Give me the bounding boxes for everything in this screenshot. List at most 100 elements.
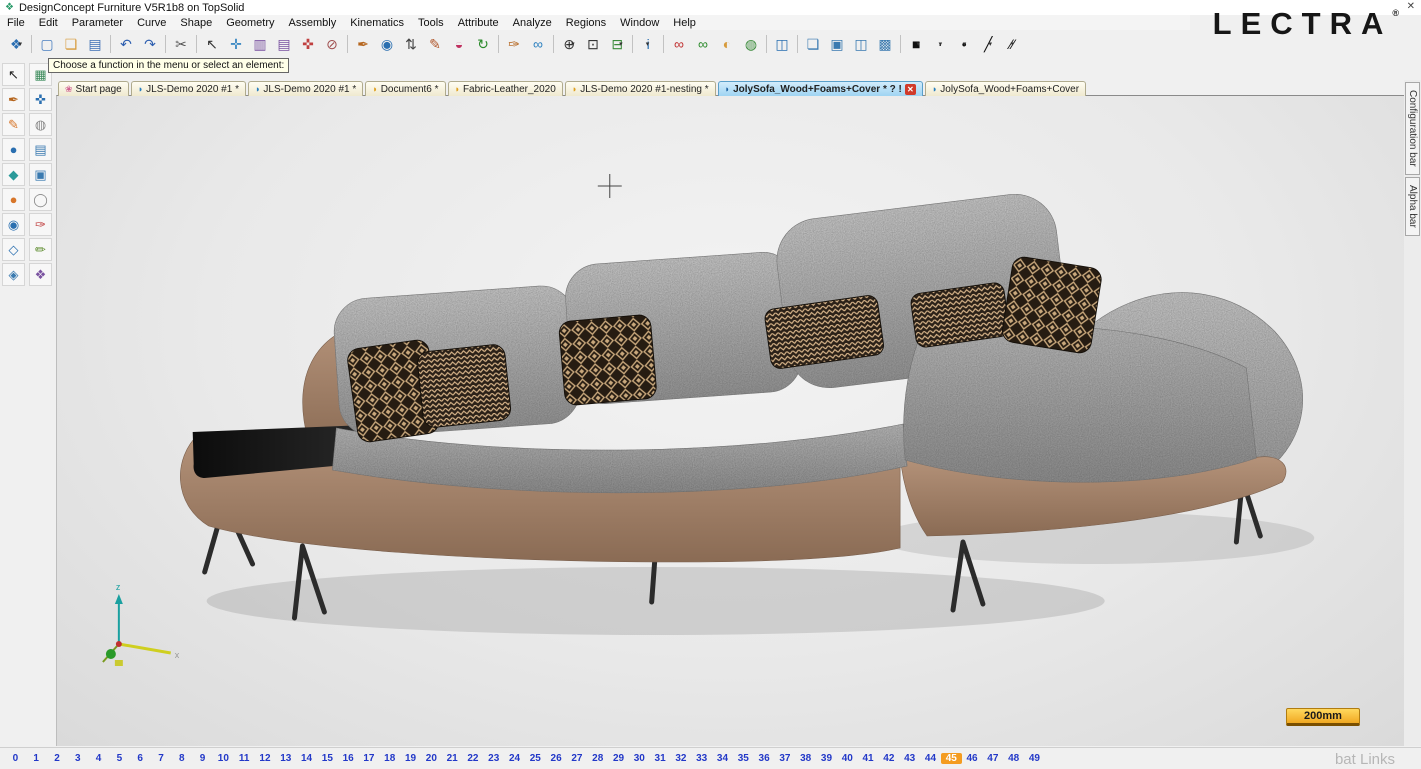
menu-item[interactable]: Geometry <box>219 17 281 29</box>
toolbar-button[interactable]: ⊟ ▾ <box>605 33 629 55</box>
tab-jolysofa[interactable]: ◗ JolySofa_Wood+Foams+Cover <box>925 81 1086 96</box>
toolbar-button[interactable]: ↖ ▾ <box>200 33 224 55</box>
surface-tool-icon[interactable]: ◆ <box>2 163 25 186</box>
menu-item[interactable]: File <box>0 17 32 29</box>
layer-number[interactable]: 30 <box>629 753 650 764</box>
magnet-tool-icon[interactable]: ✜ <box>29 88 52 111</box>
menu-item[interactable]: Kinematics <box>343 17 411 29</box>
toolbar-button[interactable]: · ▾ <box>928 33 952 55</box>
tab-jolysofa-active[interactable]: ◗ JolySofa_Wood+Foams+Cover * ? ! ✕ <box>718 81 923 96</box>
layer-number[interactable]: 28 <box>587 753 608 764</box>
layer-number[interactable]: 27 <box>567 753 588 764</box>
toolbar-button[interactable]: ⊡ ▾ <box>581 33 605 55</box>
toolbar-button[interactable]: ❖ ▾ <box>4 33 28 55</box>
toolbar-button[interactable]: ✑ ▾ <box>502 33 526 55</box>
toolbar-button[interactable]: ✒ ▾ <box>351 33 375 55</box>
layer-number[interactable]: 15 <box>317 753 338 764</box>
layer-number[interactable]: 47 <box>982 753 1003 764</box>
tab-jls-demo-nesting[interactable]: ◗ JLS-Demo 2020 #1-nesting * <box>565 81 716 96</box>
configuration-bar-tab[interactable]: Configuration bar <box>1405 82 1420 175</box>
menu-item[interactable]: Analyze <box>506 17 559 29</box>
layer-number[interactable]: 26 <box>546 753 567 764</box>
layer-number[interactable]: 43 <box>899 753 920 764</box>
toolbar-button[interactable]: • ▾ <box>952 33 976 55</box>
layer-number[interactable]: 36 <box>754 753 775 764</box>
layer-number[interactable]: 42 <box>878 753 899 764</box>
drop-tool-icon[interactable]: ◉ <box>2 213 25 236</box>
layers-tool-icon[interactable]: ▤ <box>29 138 52 161</box>
toolbar-button[interactable]: ∞ ▾ <box>526 33 550 55</box>
tab-fabric-leather[interactable]: ◗ Fabric-Leather_2020 <box>448 81 563 96</box>
toolbar-button[interactable]: ◉ ▾ <box>375 33 399 55</box>
layer-number[interactable]: 41 <box>858 753 879 764</box>
tab-jls-demo-1[interactable]: ◗ JLS-Demo 2020 #1 * <box>131 81 246 96</box>
toolbar-button[interactable]: ✜ ▾ <box>296 33 320 55</box>
layer-number[interactable]: 20 <box>421 753 442 764</box>
pen-tool-icon[interactable]: ✒ <box>2 88 25 111</box>
menu-item[interactable]: Shape <box>173 17 219 29</box>
tab-jls-demo-2[interactable]: ◗ JLS-Demo 2020 #1 * <box>248 81 363 96</box>
layer-number[interactable]: 39 <box>816 753 837 764</box>
diamond-tool-icon[interactable]: ◇ <box>2 238 25 261</box>
toolbar-button[interactable]: ⁄⁄ ▾ <box>1000 33 1024 55</box>
toolbar-button[interactable]: ↷ ▾ <box>138 33 162 55</box>
layer-number[interactable]: 24 <box>504 753 525 764</box>
layer-number[interactable]: 2 <box>47 753 68 764</box>
layer-number[interactable]: 11 <box>234 753 255 764</box>
tab-document6[interactable]: ◗ Document6 * <box>365 81 445 96</box>
gem-tool-icon[interactable]: ◈ <box>2 263 25 286</box>
toolbar-button[interactable]: ◒ ▾ <box>447 33 471 55</box>
layer-number[interactable]: 32 <box>671 753 692 764</box>
tab-start-page[interactable]: ❀ Start page <box>58 81 129 96</box>
pencil2-tool-icon[interactable]: ✏ <box>29 238 52 261</box>
layer-number[interactable]: 35 <box>733 753 754 764</box>
layer-number[interactable]: 23 <box>483 753 504 764</box>
toolbar-button[interactable]: ↻ ▾ <box>471 33 495 55</box>
toolbar-button[interactable]: ↶ ▾ <box>114 33 138 55</box>
layer-number[interactable]: 49 <box>1024 753 1045 764</box>
toolbar-button[interactable]: ▣ ▾ <box>825 33 849 55</box>
toolbar-button[interactable]: ▤ ▾ <box>272 33 296 55</box>
layer-number[interactable]: 19 <box>400 753 421 764</box>
layer-number[interactable]: 44 <box>920 753 941 764</box>
toolbar-button[interactable]: ∞ ▾ <box>691 33 715 55</box>
menu-item[interactable]: Regions <box>559 17 613 29</box>
select-tool-icon[interactable]: ↖ <box>2 63 25 86</box>
toolbar-button[interactable]: ◐ ▾ <box>715 33 739 55</box>
toolbar-button[interactable]: ✎ ▾ <box>423 33 447 55</box>
layer-number[interactable]: 29 <box>608 753 629 764</box>
layer-number[interactable]: 25 <box>525 753 546 764</box>
layer-number[interactable]: 17 <box>359 753 380 764</box>
layer-number[interactable]: 6 <box>130 753 151 764</box>
tab-close-icon[interactable]: ✕ <box>905 84 916 95</box>
close-icon[interactable]: ✕ <box>1407 1 1415 12</box>
toolbar-button[interactable]: ∞ ▾ <box>667 33 691 55</box>
layer-number[interactable]: 40 <box>837 753 858 764</box>
layer-number[interactable]: 3 <box>67 753 88 764</box>
menu-item[interactable]: Attribute <box>451 17 506 29</box>
disc-tool-icon[interactable]: ● <box>2 188 25 211</box>
brush-tool-icon[interactable]: ✑ <box>29 213 52 236</box>
toolbar-button[interactable]: ◍ ▾ <box>739 33 763 55</box>
toolbar-button[interactable]: ❏ ▾ <box>801 33 825 55</box>
layer-number[interactable]: 21 <box>442 753 463 764</box>
layer-number[interactable]: 10 <box>213 753 234 764</box>
layer-number[interactable]: 37 <box>774 753 795 764</box>
layer-number[interactable]: 31 <box>650 753 671 764</box>
menu-item[interactable]: Edit <box>32 17 65 29</box>
toolbar-button[interactable]: ■ ▾ <box>904 33 928 55</box>
layer-number[interactable]: 13 <box>275 753 296 764</box>
ellipse-tool-icon[interactable]: ◯ <box>29 188 52 211</box>
toolbar-button[interactable]: ▢ ▾ <box>35 33 59 55</box>
layer-number[interactable]: 0 <box>5 753 26 764</box>
layer-number[interactable]: 4 <box>88 753 109 764</box>
toolbar-button[interactable]: ❏ ▾ <box>59 33 83 55</box>
alpha-bar-tab[interactable]: Alpha bar <box>1405 177 1420 236</box>
layer-number[interactable]: 22 <box>463 753 484 764</box>
layer-number[interactable]: 8 <box>171 753 192 764</box>
layer-number[interactable]: 33 <box>691 753 712 764</box>
menu-item[interactable]: Window <box>613 17 666 29</box>
toolbar-button[interactable]: ⊕ ▾ <box>557 33 581 55</box>
sofa-3d-model[interactable] <box>180 189 1314 635</box>
layer-number[interactable]: 5 <box>109 753 130 764</box>
